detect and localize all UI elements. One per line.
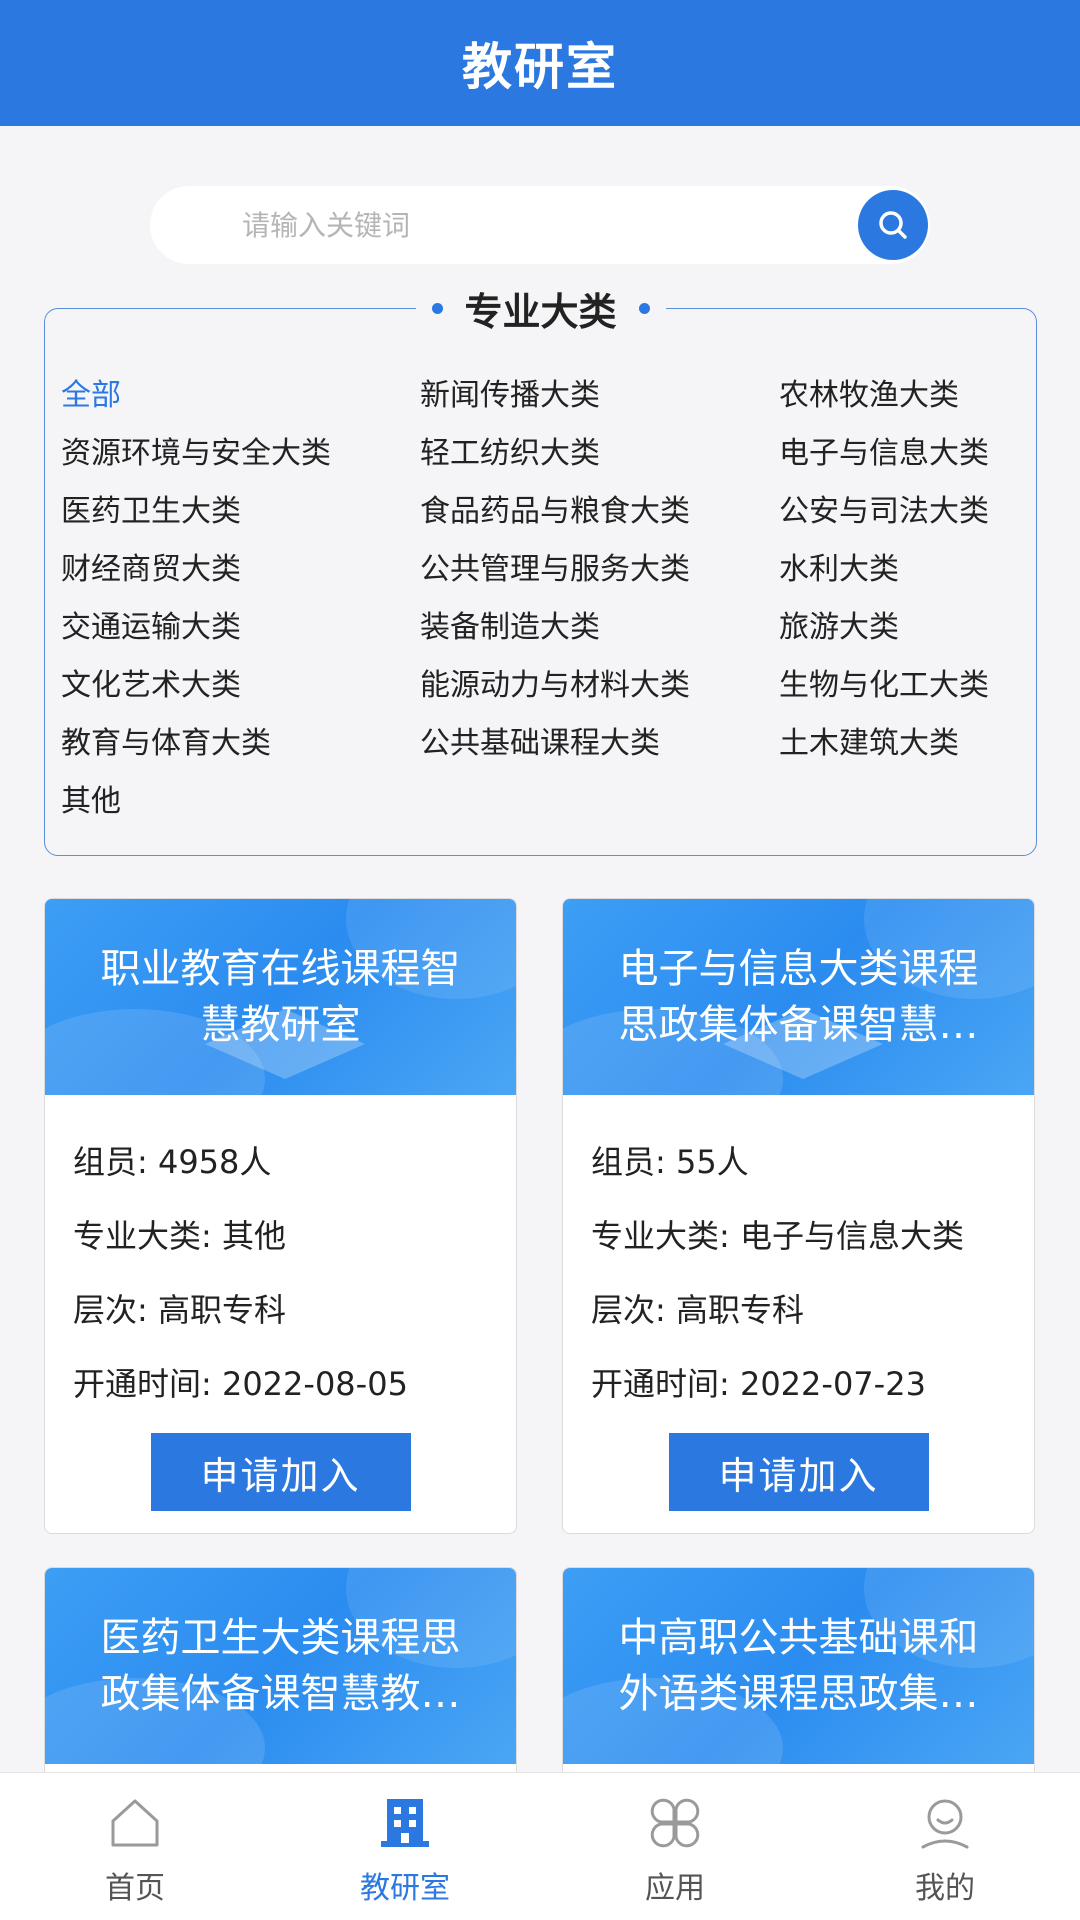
search-bar — [150, 186, 930, 264]
card-members: 组员: 4958人 — [73, 1143, 272, 1181]
category-item[interactable]: 水利大类 — [779, 541, 1021, 599]
card-category: 专业大类: 电子与信息大类 — [591, 1217, 964, 1255]
category-panel: 专业大类 全部 新闻传播大类 农林牧渔大类 资源环境与安全大类 轻工纺织大类 电… — [44, 281, 1037, 856]
card-banner: 医药卫生大类课程思政集体备课智慧教研室 — [45, 1568, 516, 1764]
nav-label: 首页 — [105, 1871, 165, 1906]
category-item[interactable]: 轻工纺织大类 — [420, 425, 779, 483]
nav-item-research-room[interactable]: 教研室 — [270, 1773, 540, 1920]
category-item[interactable]: 能源动力与材料大类 — [420, 657, 779, 715]
building-icon — [381, 1799, 429, 1847]
category-item[interactable]: 文化艺术大类 — [61, 657, 420, 715]
category-item[interactable]: 食品药品与粮食大类 — [420, 483, 779, 541]
category-item[interactable]: 公共管理与服务大类 — [420, 541, 779, 599]
card-level: 层次: 高职专科 — [591, 1291, 804, 1329]
top-header: 教研室 — [0, 0, 1080, 126]
card-title: 中高职公共基础课和外语类课程思政集体备课智慧教研室 — [618, 1615, 979, 1717]
card-title: 职业教育在线课程智慧教研室 — [100, 946, 461, 1048]
category-item[interactable]: 其他 — [61, 773, 420, 831]
nav-item-home[interactable]: 首页 — [0, 1773, 270, 1920]
category-item[interactable]: 医药卫生大类 — [61, 483, 420, 541]
home-icon — [111, 1799, 159, 1847]
card-banner: 职业教育在线课程智慧教研室 — [45, 899, 516, 1095]
nav-item-apps[interactable]: 应用 — [540, 1773, 810, 1920]
room-card[interactable]: 职业教育在线课程智慧教研室 组员: 4958人 专业大类: 其他 层次: 高职专… — [44, 898, 517, 1534]
category-item[interactable]: 交通运输大类 — [61, 599, 420, 657]
apply-join-button[interactable]: 申请加入 — [150, 1433, 411, 1511]
card-title: 电子与信息大类课程思政集体备课智慧教研室 — [618, 946, 979, 1048]
nav-label: 应用 — [645, 1871, 705, 1906]
nav-label: 我的 — [915, 1871, 975, 1906]
category-panel-header: 专业大类 — [415, 281, 666, 336]
title-dot-right — [638, 303, 650, 314]
category-item[interactable]: 公安与司法大类 — [779, 483, 1021, 541]
category-item[interactable]: 农林牧渔大类 — [779, 367, 1021, 425]
category-item[interactable]: 公共基础课程大类 — [420, 715, 779, 773]
category-item[interactable]: 电子与信息大类 — [779, 425, 1021, 483]
card-body: 组员: 55人 专业大类: 电子与信息大类 层次: 高职专科 开通时间: 202… — [563, 1095, 1034, 1421]
card-banner: 电子与信息大类课程思政集体备课智慧教研室 — [563, 899, 1034, 1095]
search-icon — [879, 211, 907, 239]
user-icon — [921, 1799, 969, 1849]
category-grid: 全部 新闻传播大类 农林牧渔大类 资源环境与安全大类 轻工纺织大类 电子与信息大… — [61, 367, 1021, 831]
nav-label: 教研室 — [360, 1871, 450, 1906]
card-title: 医药卫生大类课程思政集体备课智慧教研室 — [100, 1615, 461, 1717]
app-root: 教研室 专业大类 全部 新闻传播大类 农林牧渔大类 资源环境与安全大类 轻工纺织… — [0, 0, 1080, 1920]
category-item[interactable]: 旅游大类 — [779, 599, 1021, 657]
apply-join-button[interactable]: 申请加入 — [668, 1433, 929, 1511]
nav-item-profile[interactable]: 我的 — [810, 1773, 1080, 1920]
category-item[interactable]: 资源环境与安全大类 — [61, 425, 420, 483]
category-item[interactable]: 生物与化工大类 — [779, 657, 1021, 715]
bottom-nav: 首页 教研室 应用 我的 — [0, 1772, 1080, 1920]
category-item[interactable]: 财经商贸大类 — [61, 541, 420, 599]
card-members: 组员: 55人 — [591, 1143, 749, 1181]
category-panel-title: 专业大类 — [464, 290, 617, 334]
card-open-date: 开通时间: 2022-08-05 — [73, 1365, 408, 1403]
card-level: 层次: 高职专科 — [73, 1291, 286, 1329]
category-item[interactable]: 教育与体育大类 — [61, 715, 420, 773]
category-item-all[interactable]: 全部 — [61, 367, 420, 425]
card-banner: 中高职公共基础课和外语类课程思政集体备课智慧教研室 — [563, 1568, 1034, 1764]
card-open-date: 开通时间: 2022-07-23 — [591, 1365, 926, 1403]
category-item[interactable]: 装备制造大类 — [420, 599, 779, 657]
category-item[interactable]: 新闻传播大类 — [420, 367, 779, 425]
room-card[interactable]: 电子与信息大类课程思政集体备课智慧教研室 组员: 55人 专业大类: 电子与信息… — [562, 898, 1035, 1534]
title-dot-left — [431, 303, 443, 314]
apps-icon — [650, 1798, 700, 1848]
card-category: 专业大类: 其他 — [73, 1217, 286, 1255]
category-item[interactable]: 土木建筑大类 — [779, 715, 1021, 773]
page-title: 教研室 — [462, 38, 618, 96]
search-input[interactable] — [150, 186, 858, 264]
card-body: 组员: 4958人 专业大类: 其他 层次: 高职专科 开通时间: 2022-0… — [45, 1095, 516, 1421]
search-button[interactable] — [858, 190, 928, 260]
